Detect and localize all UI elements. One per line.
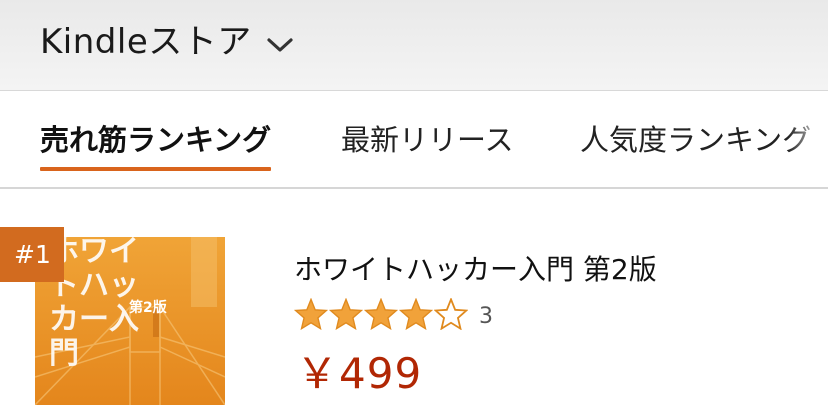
tabs-fade bbox=[788, 91, 828, 187]
tab-popularity[interactable]: 人気度ランキング bbox=[580, 117, 811, 171]
store-selector[interactable]: Kindleストア bbox=[40, 14, 294, 63]
review-count[interactable]: 3 bbox=[479, 304, 493, 329]
header-bar: Kindleストア bbox=[0, 0, 828, 91]
tab-new-releases[interactable]: 最新リリース bbox=[341, 117, 514, 171]
book-title[interactable]: ホワイトハッカー入門 第2版 bbox=[294, 248, 657, 288]
star-outline-icon bbox=[433, 296, 469, 334]
chevron-down-icon bbox=[266, 23, 294, 63]
tab-bestsellers[interactable]: 売れ筋ランキング bbox=[40, 117, 272, 171]
rank-badge: #1 bbox=[0, 227, 64, 282]
star-icon bbox=[293, 297, 329, 334]
star-icon bbox=[398, 297, 434, 334]
cover-edition: 第2版 bbox=[129, 300, 167, 316]
star-icon bbox=[363, 297, 399, 334]
star-icon bbox=[328, 297, 364, 334]
store-title: Kindleストア bbox=[40, 22, 252, 62]
price: ￥499 bbox=[296, 349, 423, 398]
star-rating[interactable]: 3 bbox=[293, 296, 493, 334]
ranking-tabs: 売れ筋ランキング 最新リリース 人気度ランキング bbox=[0, 91, 828, 189]
